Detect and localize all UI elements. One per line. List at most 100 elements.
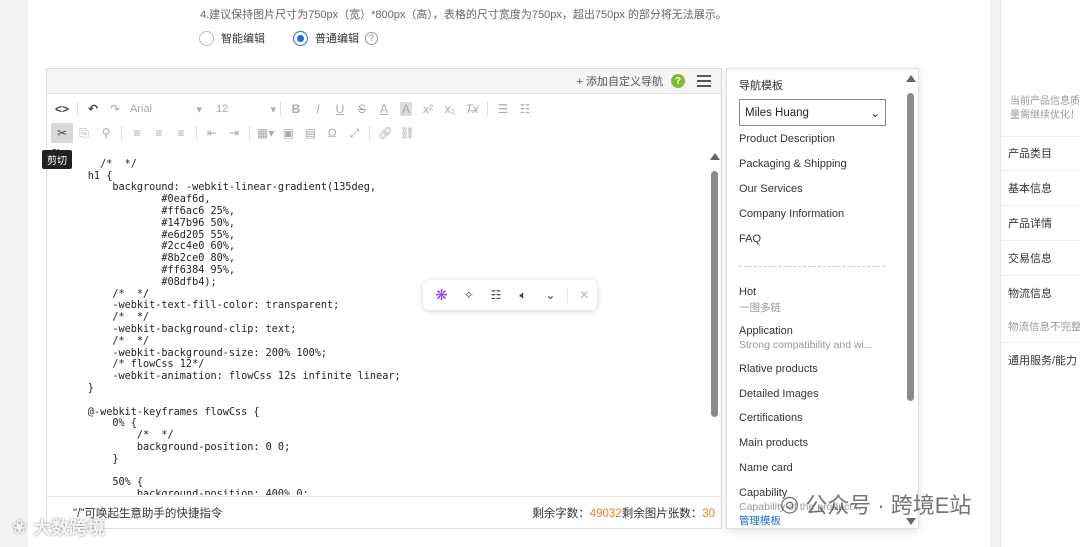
- nav-item-company-information[interactable]: Company Information: [739, 208, 844, 220]
- nav-item-main-products[interactable]: Main products: [739, 437, 808, 449]
- redo-icon[interactable]: ↷: [104, 99, 126, 119]
- nav-template-panel: 导航模板 Miles Huang ⌄ Product Description P…: [726, 68, 919, 529]
- font-family-select[interactable]: Arial ▾: [126, 103, 202, 116]
- scroll-up-arrow-icon[interactable]: [710, 153, 720, 160]
- image-size-tip: 4.建议保持图片尺寸为750px（宽）*800px（高），表格的尺寸宽度为750…: [200, 9, 727, 21]
- clear-format-icon[interactable]: T̶x: [461, 99, 483, 119]
- floating-ai-toolbar: ❋ ✧ ☷ 🔈︎ ⌄ ✕: [423, 280, 597, 310]
- align-right-icon[interactable]: ≡: [170, 123, 192, 143]
- rp-item-trade-info[interactable]: 交易信息: [1008, 250, 1052, 266]
- superscript-icon[interactable]: x²: [417, 99, 439, 119]
- normal-edit-option[interactable]: 普通编辑 ?: [293, 30, 378, 46]
- outdent-icon[interactable]: ⇤: [201, 123, 223, 143]
- indent-icon[interactable]: ⇥: [223, 123, 245, 143]
- special-char-icon[interactable]: Ω: [321, 123, 343, 143]
- nav-item-hot[interactable]: Hot: [739, 286, 756, 298]
- rp-item-logistics-info[interactable]: 物流信息: [1008, 285, 1052, 301]
- nav-item-certifications[interactable]: Certifications: [739, 412, 803, 424]
- rich-text-editor: + 添加自定义导航 ? <> ↶ ↷ Arial ▾ 12 ▾ B I U S A …: [46, 68, 722, 529]
- code-content[interactable]: e> /* */ h1 { background: -webkit-linear…: [47, 147, 713, 495]
- link-icon[interactable]: 🔗︎: [374, 123, 396, 143]
- find-icon[interactable]: ⚲: [95, 123, 117, 143]
- nav-panel-scrollbar[interactable]: [906, 75, 916, 525]
- editor-toolbar: <> ↶ ↷ Arial ▾ 12 ▾ B I U S A A x² x₂ T̶x …: [47, 97, 723, 147]
- copy-icon[interactable]: ⎘: [73, 123, 95, 143]
- align-center-icon[interactable]: ≡: [148, 123, 170, 143]
- watermark-left: ❀ 大数跨境: [12, 514, 105, 540]
- underline-icon[interactable]: U: [329, 99, 351, 119]
- bold-icon[interactable]: B: [285, 99, 307, 119]
- nav-item-relative-products[interactable]: Rlative products: [739, 363, 818, 375]
- add-custom-nav-link[interactable]: + 添加自定义导航: [577, 73, 663, 89]
- nav-divider: [739, 266, 885, 267]
- right-info-panel: 当前产品信息质量需继续优化！ 产品类目 基本信息 产品详情 交易信息 物流信息 …: [1000, 0, 1080, 547]
- fullscreen-icon[interactable]: ⤢: [343, 123, 365, 143]
- manage-templates-link[interactable]: 管理模板: [739, 513, 781, 528]
- normal-edit-radio[interactable]: [293, 30, 308, 46]
- rp-item-basic-info[interactable]: 基本信息: [1008, 180, 1052, 196]
- nav-template-select[interactable]: Miles Huang ⌄: [739, 99, 886, 126]
- rp-item-general-services[interactable]: 通用服务/能力: [1008, 352, 1077, 368]
- nav-item-detailed-images[interactable]: Detailed Images: [739, 388, 819, 400]
- nav-item-product-description[interactable]: Product Description: [739, 133, 835, 145]
- strikethrough-icon[interactable]: S: [351, 99, 373, 119]
- chevron-down-icon: ⌄: [870, 107, 880, 120]
- format-icon[interactable]: ☷: [483, 284, 508, 306]
- font-size-select[interactable]: 12 ▾: [202, 103, 276, 116]
- table-icon[interactable]: ▦▾: [254, 123, 277, 143]
- italic-icon[interactable]: I: [307, 99, 329, 119]
- rp-logistics-incomplete: 物流信息不完整: [1008, 321, 1080, 333]
- editor-scrollbar[interactable]: [710, 153, 720, 493]
- watermark-right-text: 公众号 · 跨境E站: [805, 493, 972, 518]
- menu-icon[interactable]: [697, 75, 711, 87]
- align-left-icon[interactable]: ≡: [126, 123, 148, 143]
- undo-icon[interactable]: ↶: [82, 99, 104, 119]
- nav-template-title: 导航模板: [739, 80, 783, 92]
- nav-scroll-thumb[interactable]: [907, 93, 914, 401]
- remaining-images-value: 30: [702, 507, 715, 520]
- watermark-logo-icon: ❀: [12, 516, 28, 537]
- nav-help-icon[interactable]: ?: [671, 74, 685, 88]
- highlight-color-icon[interactable]: A: [395, 99, 417, 119]
- font-color-icon[interactable]: A: [373, 99, 395, 119]
- edit-mode-selector: 智能编辑 普通编辑 ?: [199, 29, 378, 47]
- magic-wand-icon[interactable]: ✧: [456, 284, 481, 306]
- remaining-images-label: 剩余图片张数：: [621, 507, 703, 520]
- nav-item-hot-sub: 一图多链: [739, 302, 781, 314]
- editor-scroll-thumb[interactable]: [711, 171, 718, 417]
- rp-item-category[interactable]: 产品类目: [1008, 145, 1052, 161]
- source-code-icon[interactable]: <>: [51, 99, 73, 119]
- nav-item-our-services[interactable]: Our Services: [739, 183, 803, 195]
- rp-item-product-details[interactable]: 产品详情: [1008, 215, 1052, 231]
- cut-tooltip: 剪切: [42, 150, 72, 169]
- media-icon[interactable]: ▤: [299, 123, 321, 143]
- smart-edit-radio[interactable]: [199, 30, 214, 46]
- chevron-down-icon[interactable]: ⌄: [538, 284, 563, 306]
- unlink-icon[interactable]: ⛓︎: [396, 123, 418, 143]
- speaker-icon[interactable]: 🔈︎: [511, 284, 536, 306]
- numbered-list-icon[interactable]: ☷: [514, 99, 536, 119]
- nav-template-selected: Miles Huang: [745, 106, 809, 119]
- remaining-chars-label: 剩余字数：: [532, 507, 590, 520]
- normal-edit-label: 普通编辑: [315, 33, 359, 45]
- nav-item-name-card[interactable]: Name card: [739, 462, 793, 474]
- smart-edit-option[interactable]: 智能编辑: [199, 30, 265, 46]
- editor-footer: "/"可唤起生意助手的快捷指令 剩余字数：49032剩余图片张数：30: [47, 496, 721, 528]
- quality-note: 当前产品信息质量需继续优化！: [1010, 96, 1080, 121]
- cut-icon[interactable]: ✂: [51, 123, 73, 143]
- scroll-up-arrow-icon[interactable]: [906, 75, 916, 82]
- bullet-list-icon[interactable]: ☰: [492, 99, 514, 119]
- remaining-counts: 剩余字数：49032剩余图片张数：30: [532, 505, 715, 521]
- nav-item-application[interactable]: Application: [739, 325, 793, 337]
- image-icon[interactable]: ▣: [277, 123, 299, 143]
- subscript-icon[interactable]: x₂: [439, 99, 461, 119]
- help-icon[interactable]: ?: [365, 31, 378, 45]
- remaining-chars-value: 49032: [589, 507, 622, 520]
- close-icon[interactable]: ✕: [572, 284, 597, 306]
- nav-item-application-sub: Strong compatibility and wi...: [739, 339, 873, 351]
- watermark-right: ◎ 公众号 · 跨境E站: [780, 488, 971, 520]
- nav-item-packaging-shipping[interactable]: Packaging & Shipping: [739, 158, 847, 170]
- watermark-left-text: 大数跨境: [33, 518, 106, 538]
- nav-item-faq[interactable]: FAQ: [739, 233, 761, 245]
- ai-brain-icon[interactable]: ❋: [429, 284, 454, 306]
